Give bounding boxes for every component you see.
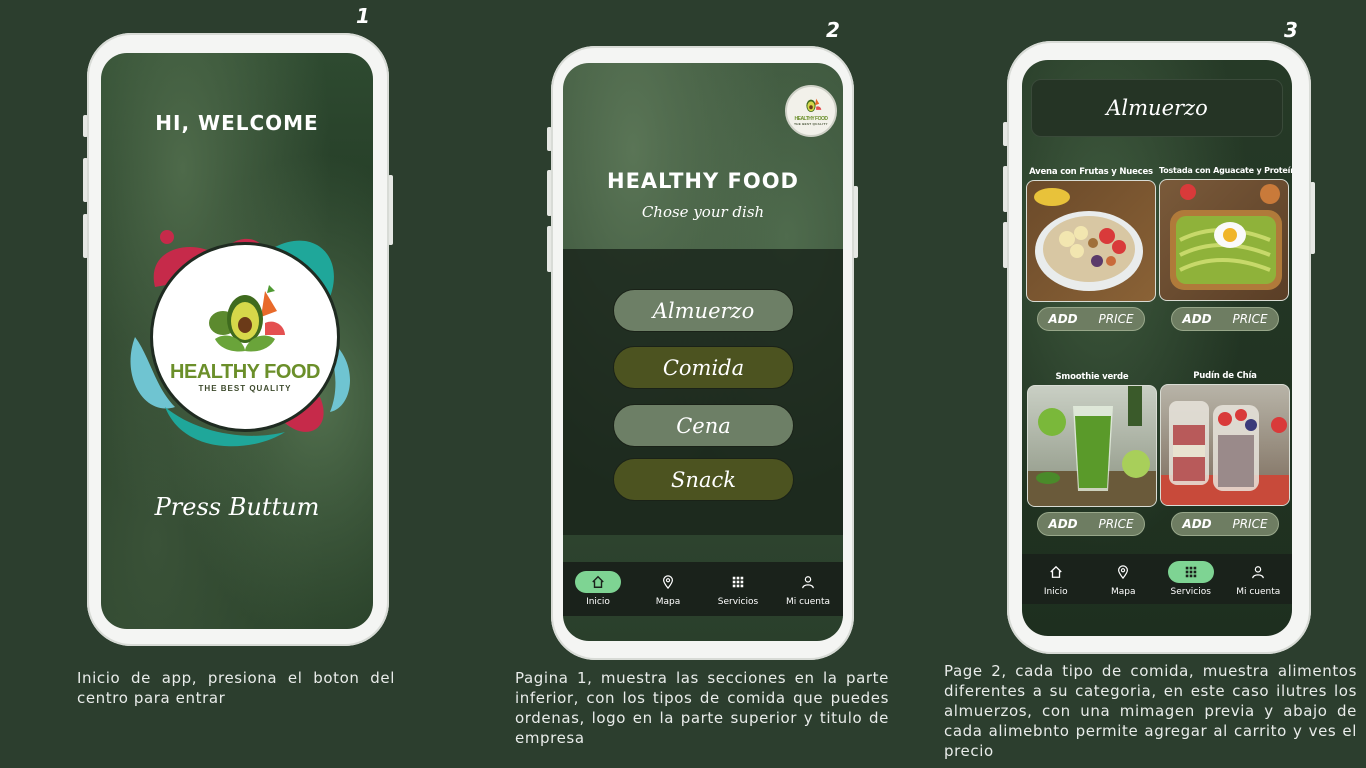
add-to-cart-button[interactable]: ADD: [1048, 312, 1077, 326]
dish-image-smoothie: [1027, 385, 1157, 507]
nav-item-mi-cuenta[interactable]: Mi cuenta: [774, 571, 842, 607]
grid-icon: [1167, 561, 1214, 583]
welcome-screen: HI, WELCOME HEALTHY FOOD THE BEST QUALIT…: [101, 53, 373, 629]
nav-item-mapa[interactable]: Mapa: [1090, 561, 1158, 597]
caption-1: Inicio de app, presiona el boton del cen…: [77, 669, 395, 707]
add-price-bar: ADD PRICE: [1171, 307, 1279, 331]
nav-item-mapa[interactable]: Mapa: [634, 571, 702, 607]
dish-card[interactable]: Avena con Frutas y Nueces: [1026, 167, 1156, 302]
bottom-nav: Inicio Mapa Servicios Mi cuenta: [563, 562, 843, 616]
price-button[interactable]: PRICE: [1232, 312, 1267, 326]
user-icon: [1235, 561, 1281, 583]
user-icon: [785, 571, 831, 593]
press-button-text[interactable]: Press Buttum: [101, 493, 373, 521]
oats-bowl-icon: [1034, 188, 1143, 291]
nav-label: Inicio: [1043, 587, 1068, 597]
nav-label: Servicios: [1170, 587, 1211, 597]
caption-3: Page 2, cada tipo de comida, muestra ali…: [944, 662, 1357, 760]
price-button[interactable]: PRICE: [1098, 517, 1133, 531]
add-to-cart-button[interactable]: ADD: [1182, 517, 1211, 531]
nav-label: Mapa: [655, 597, 681, 607]
step-number-1: 1: [356, 4, 370, 28]
avocado-toast-icon: [1170, 184, 1282, 290]
nav-label: Mi cuenta: [785, 597, 831, 607]
step-number-2: 2: [826, 18, 840, 42]
logo-button[interactable]: HEALTHY FOOD THE BEST QUALITY: [125, 217, 365, 457]
nav-item-inicio[interactable]: Inicio: [564, 571, 632, 607]
phone-frame-3: Almuerzo Avena con Frutas y Nueces ADD P…: [1007, 41, 1311, 654]
add-to-cart-button[interactable]: ADD: [1182, 312, 1211, 326]
logo-subtitle: THE BEST QUALITY: [794, 122, 828, 126]
map-pin-icon: [645, 571, 691, 593]
company-subtitle: Chose your dish: [641, 203, 765, 221]
add-to-cart-button[interactable]: ADD: [1048, 517, 1077, 531]
dish-image-oats: [1026, 180, 1156, 302]
category-panel: Almuerzo Comida Cena Snack: [563, 249, 843, 535]
welcome-heading: HI, WELCOME: [155, 111, 319, 135]
price-button[interactable]: PRICE: [1232, 517, 1267, 531]
chia-pudding-icon: [1161, 401, 1289, 505]
dish-card[interactable]: Tostada con Aguacate y Proteína: [1159, 166, 1292, 301]
categories-screen: HEALTHY FOOD THE BEST QUALITY HEALTHY FO…: [563, 63, 843, 641]
category-header: Almuerzo: [1031, 79, 1283, 137]
step-number-3: 3: [1284, 18, 1298, 42]
caption-2: Pagina 1, muestra las secciones en la pa…: [515, 669, 889, 747]
phone-frame-1: HI, WELCOME HEALTHY FOOD THE BEST QUALIT…: [87, 33, 389, 646]
nav-item-mi-cuenta[interactable]: Mi cuenta: [1225, 561, 1293, 597]
dish-image-chia-pudding: [1160, 384, 1290, 506]
avocado-logo-icon: [209, 285, 285, 352]
nav-item-servicios[interactable]: Servicios: [704, 571, 772, 607]
dish-name: Pudín de Chía: [1193, 371, 1257, 381]
nav-item-inicio[interactable]: Inicio: [1022, 561, 1090, 597]
category-button-cena[interactable]: Cena: [613, 404, 794, 447]
logo-title: HEALTHY FOOD: [170, 361, 320, 383]
bottom-nav: Inicio Mapa Servicios Mi cuenta: [1022, 554, 1292, 604]
avocado-logo-icon: [806, 98, 822, 112]
category-button-snack[interactable]: Snack: [613, 458, 794, 501]
dish-image-avocado-toast: [1159, 179, 1289, 301]
green-smoothie-icon: [1028, 386, 1156, 506]
home-icon: [575, 571, 621, 593]
nav-label: Servicios: [717, 597, 759, 607]
category-button-comida[interactable]: Comida: [613, 346, 794, 389]
company-title: HEALTHY FOOD: [607, 169, 799, 193]
category-button-almuerzo[interactable]: Almuerzo: [613, 289, 794, 332]
dish-name: Tostada con Aguacate y Proteína: [1159, 166, 1292, 175]
logo-subtitle: THE BEST QUALITY: [198, 384, 292, 393]
add-price-bar: ADD PRICE: [1037, 512, 1145, 536]
nav-label: Inicio: [586, 597, 610, 607]
nav-label: Mapa: [1110, 587, 1136, 597]
grid-icon: [715, 571, 761, 593]
dish-name: Smoothie verde: [1055, 372, 1129, 382]
nav-item-servicios[interactable]: Servicios: [1157, 561, 1225, 597]
dish-card[interactable]: Smoothie verde: [1027, 372, 1157, 507]
brand-logo: HEALTHY FOOD THE BEST QUALITY: [785, 85, 837, 137]
dish-name: Avena con Frutas y Nueces: [1029, 167, 1153, 177]
price-button[interactable]: PRICE: [1098, 312, 1133, 326]
phone-frame-2: HEALTHY FOOD THE BEST QUALITY HEALTHY FO…: [551, 46, 854, 660]
add-price-bar: ADD PRICE: [1037, 307, 1145, 331]
dish-card[interactable]: Pudín de Chía: [1160, 371, 1290, 506]
dishes-screen: Almuerzo Avena con Frutas y Nueces ADD P…: [1022, 60, 1292, 636]
map-pin-icon: [1100, 561, 1146, 583]
logo-badge: HEALTHY FOOD THE BEST QUALITY: [150, 242, 340, 432]
home-icon: [1033, 561, 1079, 583]
nav-label: Mi cuenta: [1236, 587, 1281, 597]
add-price-bar: ADD PRICE: [1171, 512, 1279, 536]
